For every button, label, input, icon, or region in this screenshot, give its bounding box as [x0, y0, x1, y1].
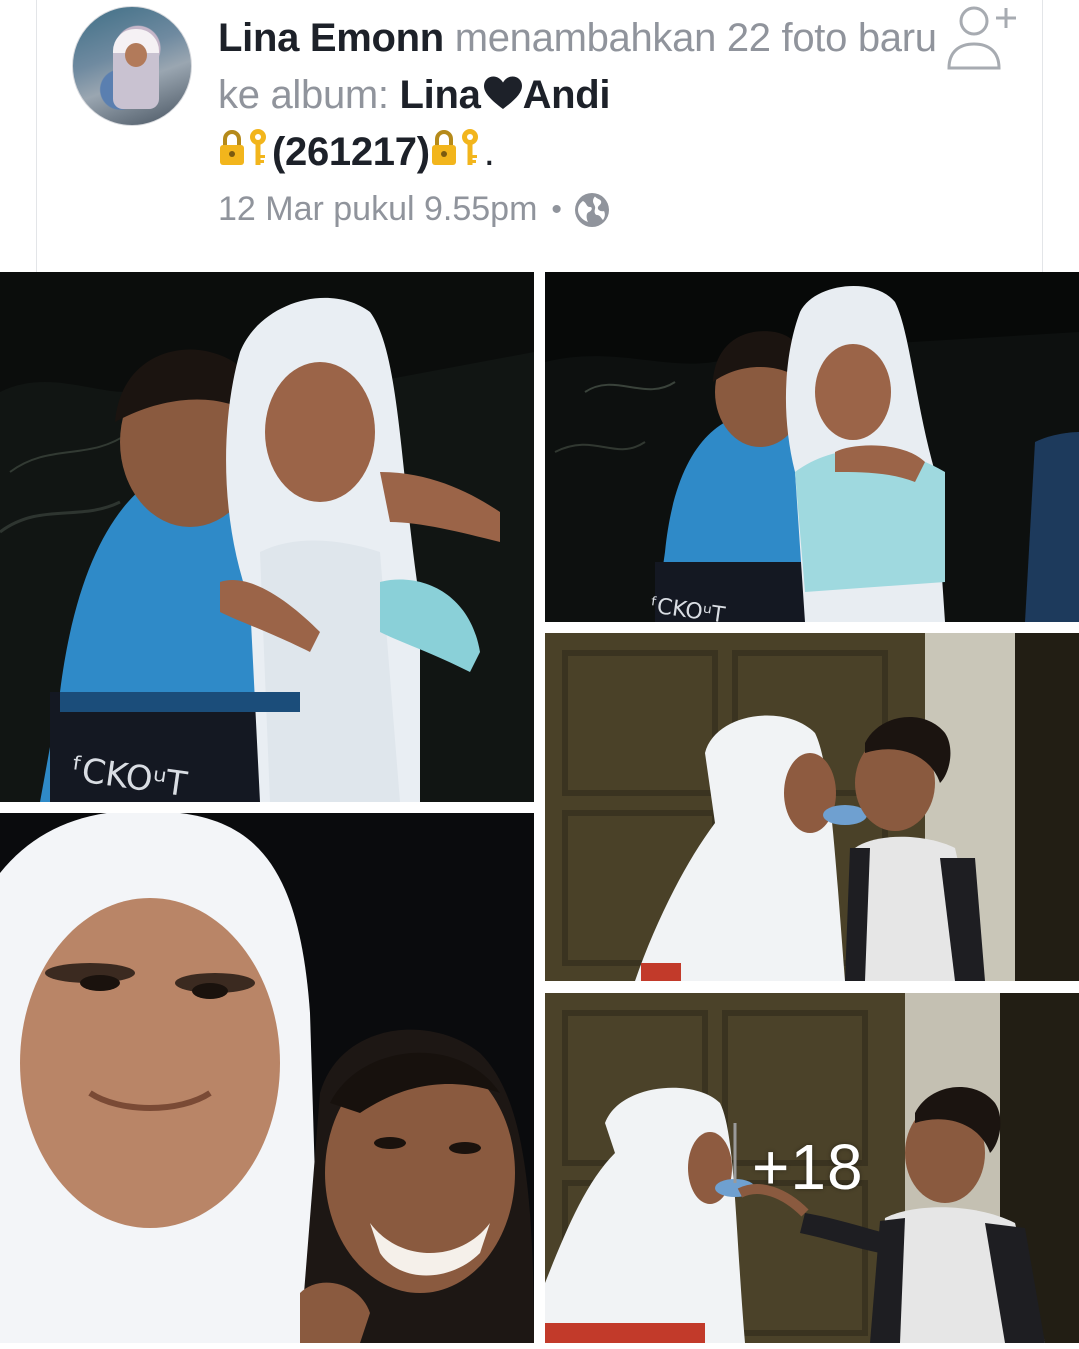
album-name-part2: Andi — [522, 73, 611, 117]
heart-icon — [483, 69, 523, 109]
album-code: (261217) — [272, 130, 430, 174]
meta-separator: • — [551, 192, 562, 226]
album-name-part1: Lina — [399, 73, 481, 117]
post-timestamp[interactable]: 12 Mar pukul 9.55pm — [218, 190, 537, 229]
album-suffix: . — [483, 130, 495, 174]
gallery-photo-1[interactable]: ᶠCKOᵘT — [0, 272, 534, 802]
gallery-photo-3[interactable] — [545, 633, 1079, 981]
add-friend-icon[interactable] — [946, 2, 1022, 72]
gallery-photo-2[interactable]: ᶠCKOᵘT — [545, 272, 1079, 622]
post-meta: 12 Mar pukul 9.55pm • — [218, 190, 610, 229]
gallery-photo-4[interactable] — [0, 813, 534, 1343]
more-photos-count[interactable]: +18 — [752, 1130, 864, 1204]
author-avatar[interactable] — [72, 6, 192, 126]
author-name-link[interactable]: Lina Emonn — [218, 16, 444, 60]
card-border-left — [36, 0, 37, 272]
lock-key-icon — [430, 127, 484, 169]
avatar-figure — [113, 29, 159, 109]
globe-icon[interactable] — [574, 192, 610, 228]
card-border-right — [1042, 0, 1043, 272]
avatar-face — [125, 43, 147, 67]
lock-key-icon — [218, 127, 272, 169]
post-header: Lina Emonn menambahkan 22 foto baru ke a… — [218, 10, 938, 181]
